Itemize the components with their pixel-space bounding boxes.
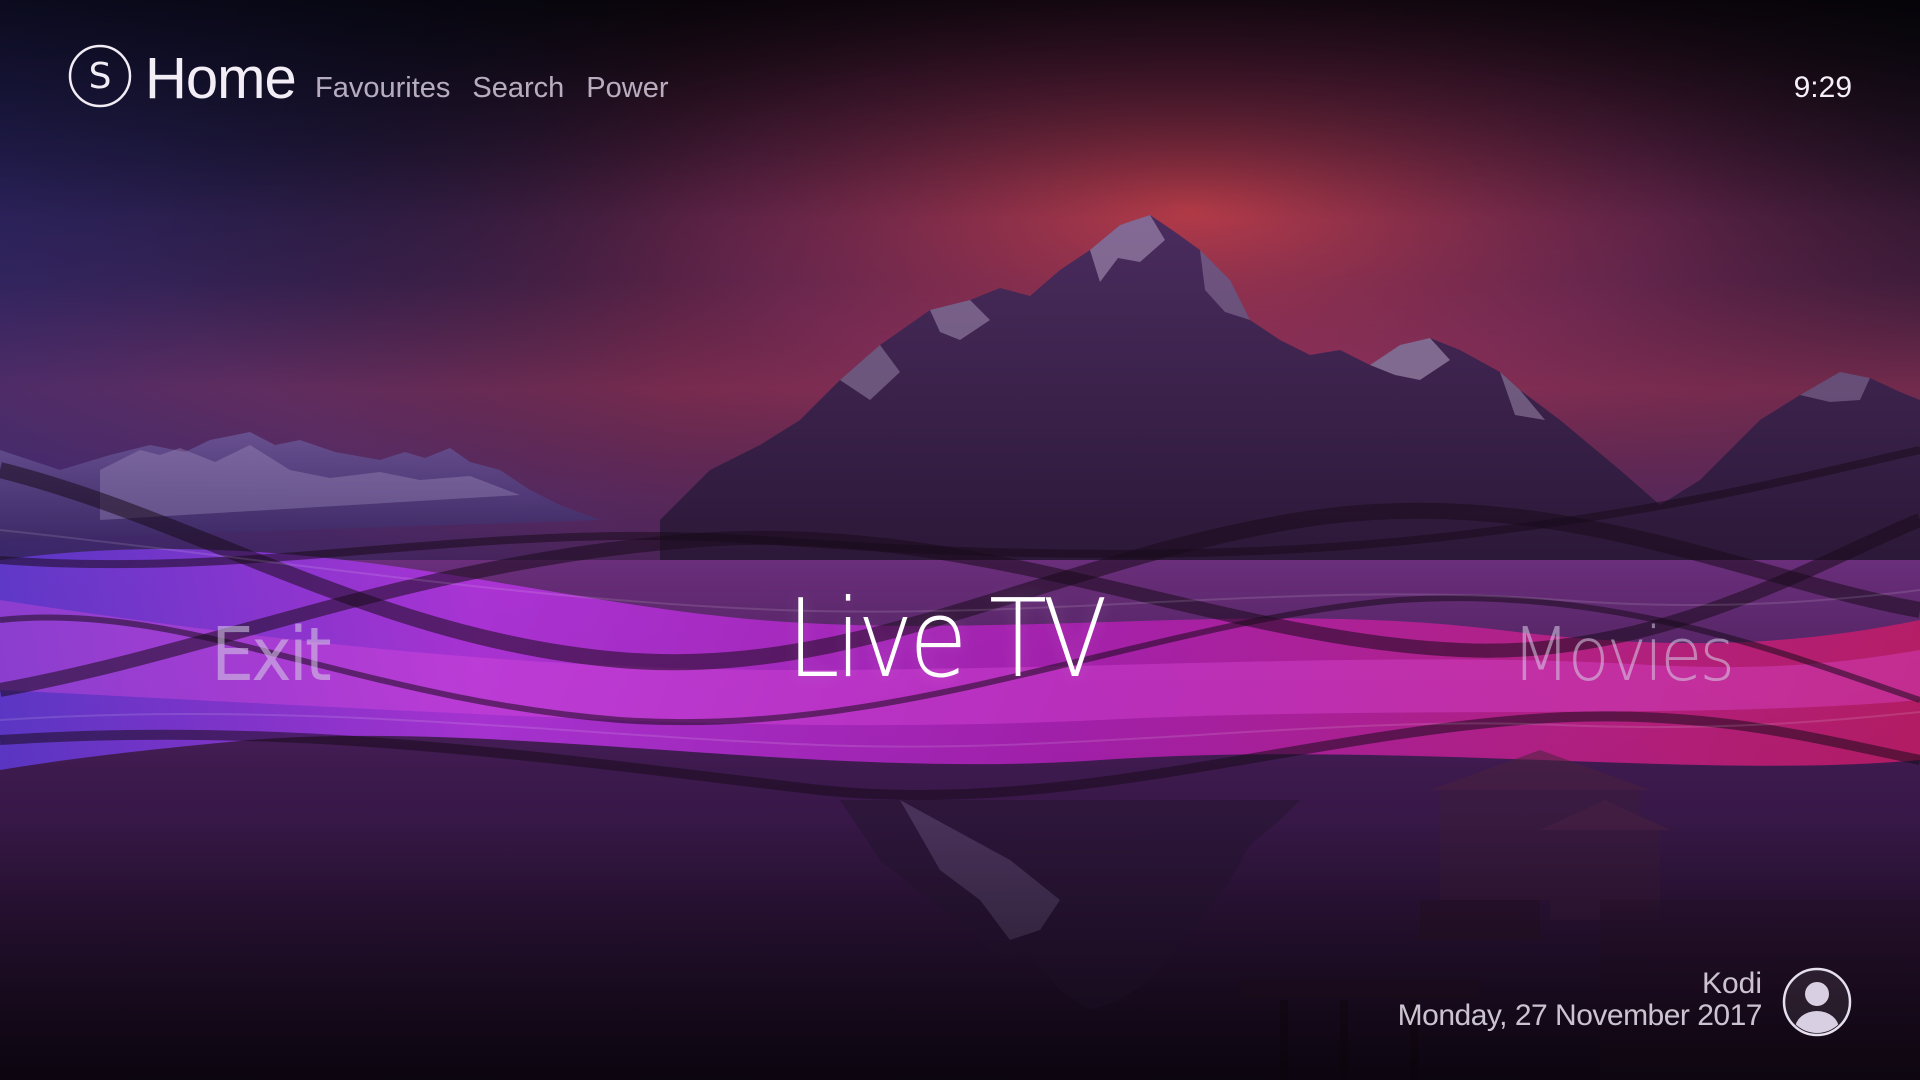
background-scene bbox=[0, 0, 1920, 1080]
clock: 9:29 bbox=[1793, 71, 1852, 104]
profile-name: Kodi bbox=[1701, 967, 1762, 1000]
nav-power[interactable]: Power bbox=[586, 68, 668, 108]
logo-letter: S bbox=[89, 56, 112, 97]
current-date: Monday, 27 November 2017 bbox=[1397, 999, 1763, 1032]
skin-logo-icon[interactable]: S bbox=[68, 44, 132, 108]
menu-item-movies[interactable]: Movies bbox=[1512, 612, 1735, 698]
nav-favourites[interactable]: Favourites bbox=[315, 68, 450, 108]
user-icon[interactable] bbox=[1782, 967, 1852, 1037]
home-screen: S Home Favourites Search Power 9:29 Exit… bbox=[0, 0, 1920, 1080]
page-title: Home bbox=[145, 46, 297, 111]
menu-item-live-tv[interactable]: Live TV bbox=[787, 577, 1108, 702]
nav-search[interactable]: Search bbox=[472, 68, 564, 108]
profile-info: Kodi Monday, 27 November 2017 bbox=[1397, 967, 1763, 1032]
menu-item-exit[interactable]: Exit bbox=[211, 612, 332, 698]
top-nav: Favourites Search Power bbox=[315, 68, 668, 108]
